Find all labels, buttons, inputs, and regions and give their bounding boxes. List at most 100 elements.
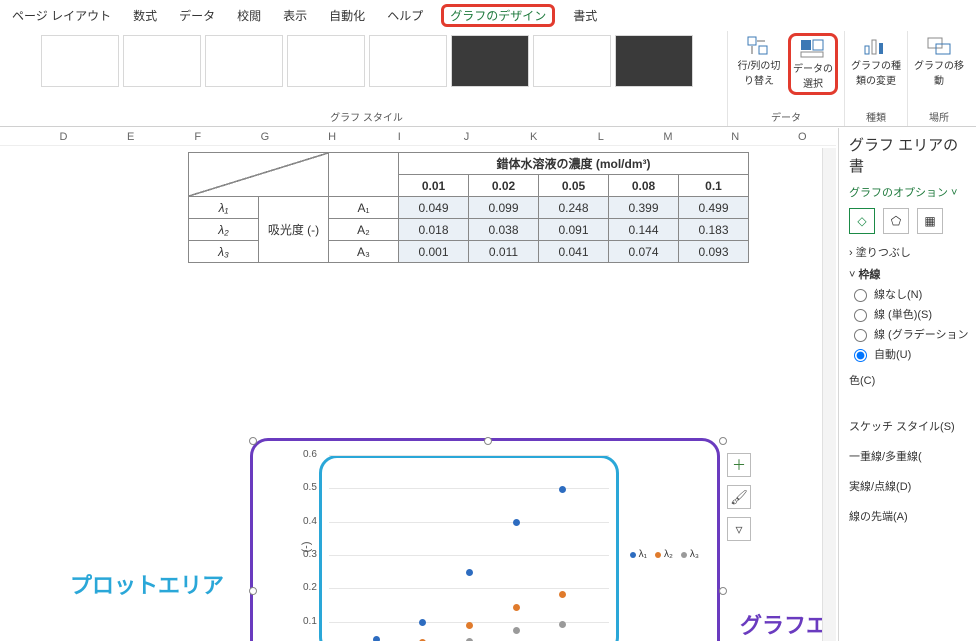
cell-2-0[interactable]: 0.001	[399, 241, 469, 263]
ribbon-tabs: ページ レイアウト 数式 データ 校閲 表示 自動化 ヘルプ グラフのデザイン …	[0, 0, 976, 27]
callout-plot-area: プロットエリア	[70, 568, 224, 600]
select-data-button[interactable]: データの選択	[788, 33, 838, 95]
cell-2-3[interactable]: 0.074	[609, 241, 679, 263]
col-K[interactable]: K	[500, 128, 567, 146]
legend-1: λ₁	[639, 549, 647, 560]
opt-auto[interactable]: 自動(U)	[849, 346, 972, 362]
tab-help[interactable]: ヘルプ	[383, 4, 427, 27]
tab-automate[interactable]: 自動化	[325, 4, 369, 27]
opt-gradient-line[interactable]: 線 (グラデーション	[849, 326, 972, 342]
col-H[interactable]: H	[299, 128, 366, 146]
tab-format[interactable]: 書式	[569, 4, 601, 27]
cell-0-1[interactable]: 0.099	[469, 197, 539, 219]
legend-2: λ₂	[664, 549, 673, 560]
group-label-location: 場所	[929, 109, 949, 126]
size-tab[interactable]: ▦	[917, 208, 943, 234]
data-point[interactable]	[466, 622, 473, 629]
legend-3: λ₃	[690, 549, 699, 560]
worksheet[interactable]: D E F G H I J K L M N O 錯体水溶液の濃度 (mol/dm…	[0, 128, 836, 641]
change-type-icon	[862, 35, 890, 57]
wl-3: λ₃	[189, 241, 259, 263]
change-chart-type-button[interactable]: グラフの種類の変更	[851, 33, 901, 89]
opt-dash[interactable]: 実線/点線(D)	[849, 478, 972, 494]
tab-view[interactable]: 表示	[279, 4, 311, 27]
style-thumb-6[interactable]	[451, 35, 529, 87]
legend[interactable]: λ₁ λ₂ λ₃	[630, 549, 699, 560]
wl-1: λ₁	[189, 197, 259, 219]
style-thumb-7[interactable]	[533, 35, 611, 87]
style-thumb-4[interactable]	[287, 35, 365, 87]
cell-1-0[interactable]: 0.018	[399, 219, 469, 241]
cell-0-0[interactable]: 0.049	[399, 197, 469, 219]
opt-solid-line[interactable]: 線 (単色)(S)	[849, 306, 972, 322]
wl-2: λ₂	[189, 219, 259, 241]
data-point[interactable]	[513, 604, 520, 611]
col-F[interactable]: F	[164, 128, 231, 146]
cell-2-4[interactable]: 0.093	[679, 241, 749, 263]
data-point[interactable]	[513, 519, 520, 526]
tab-review[interactable]: 校閲	[233, 4, 265, 27]
data-table[interactable]: 錯体水溶液の濃度 (mol/dm³) 0.01 0.02 0.05 0.08 0…	[188, 152, 749, 263]
format-pane-title: グラフ エリアの書	[849, 134, 972, 176]
col-N[interactable]: N	[702, 128, 769, 146]
cell-0-4[interactable]: 0.499	[679, 197, 749, 219]
col-O[interactable]: O	[769, 128, 836, 146]
style-thumb-3[interactable]	[205, 35, 283, 87]
fill-section[interactable]: › 塗りつぶし	[849, 244, 972, 260]
tab-page-layout[interactable]: ページ レイアウト	[8, 4, 115, 27]
selection-handle[interactable]	[719, 437, 727, 445]
legend-dot-2	[655, 552, 661, 558]
tab-data[interactable]: データ	[175, 4, 219, 27]
col-G[interactable]: G	[231, 128, 298, 146]
cell-1-3[interactable]: 0.144	[609, 219, 679, 241]
cell-0-2[interactable]: 0.248	[539, 197, 609, 219]
y-tick: 0.6	[303, 449, 317, 460]
style-thumb-2[interactable]	[123, 35, 201, 87]
cell-1-2[interactable]: 0.091	[539, 219, 609, 241]
chart-elements-button[interactable]: ＋	[727, 453, 751, 477]
data-point[interactable]	[559, 486, 566, 493]
move-chart-button[interactable]: グラフの移動	[914, 33, 964, 89]
selection-handle[interactable]	[249, 587, 257, 595]
opt-color[interactable]: 色(C)	[849, 372, 972, 388]
switch-row-col-button[interactable]: 行/列の切り替え	[734, 33, 784, 95]
chart-filter-button[interactable]: ▿	[727, 517, 751, 541]
tab-chart-design[interactable]: グラフのデザイン	[441, 4, 555, 27]
style-thumb-8[interactable]	[615, 35, 693, 87]
cell-1-1[interactable]: 0.038	[469, 219, 539, 241]
chart-area[interactable]: (-) 錯体水溶液の濃度 (mol/dm³) 錯体水溶液濃度と吸光度の関係 λ₁…	[250, 438, 720, 641]
fill-line-tab[interactable]: ◇	[849, 208, 875, 234]
col-M[interactable]: M	[634, 128, 701, 146]
a-3: A₃	[329, 241, 399, 263]
selection-handle[interactable]	[484, 437, 492, 445]
cell-2-1[interactable]: 0.011	[469, 241, 539, 263]
cell-0-3[interactable]: 0.399	[609, 197, 679, 219]
selection-handle[interactable]	[719, 587, 727, 595]
style-thumb-1[interactable]	[41, 35, 119, 87]
col-L[interactable]: L	[567, 128, 634, 146]
selection-handle[interactable]	[249, 437, 257, 445]
chart-styles-gallery[interactable]	[41, 31, 693, 87]
opt-cap[interactable]: 線の先端(A)	[849, 508, 972, 524]
style-thumb-5[interactable]	[369, 35, 447, 87]
effects-tab[interactable]: ⬠	[883, 208, 909, 234]
col-J[interactable]: J	[433, 128, 500, 146]
vertical-scrollbar[interactable]	[822, 148, 836, 641]
data-point[interactable]	[373, 636, 380, 641]
opt-sketch[interactable]: スケッチ スタイル(S)	[849, 418, 972, 434]
chart-styles-button[interactable]: 🖌	[727, 485, 751, 509]
data-point[interactable]	[513, 627, 520, 634]
col-I[interactable]: I	[366, 128, 433, 146]
col-D[interactable]: D	[30, 128, 97, 146]
col-E[interactable]: E	[97, 128, 164, 146]
opt-compound[interactable]: 一重線/多重線(	[849, 448, 972, 464]
group-label-type: 種類	[866, 109, 886, 126]
cell-2-2[interactable]: 0.041	[539, 241, 609, 263]
cell-1-4[interactable]: 0.183	[679, 219, 749, 241]
plot-area[interactable]	[319, 455, 619, 641]
border-section[interactable]: ˅ 枠線	[849, 266, 972, 282]
tab-formulas[interactable]: 数式	[129, 4, 161, 27]
chart-options-dropdown[interactable]: グラフのオプション ˅	[849, 184, 972, 200]
opt-no-line[interactable]: 線なし(N)	[849, 286, 972, 302]
conc-4: 0.1	[679, 175, 749, 197]
